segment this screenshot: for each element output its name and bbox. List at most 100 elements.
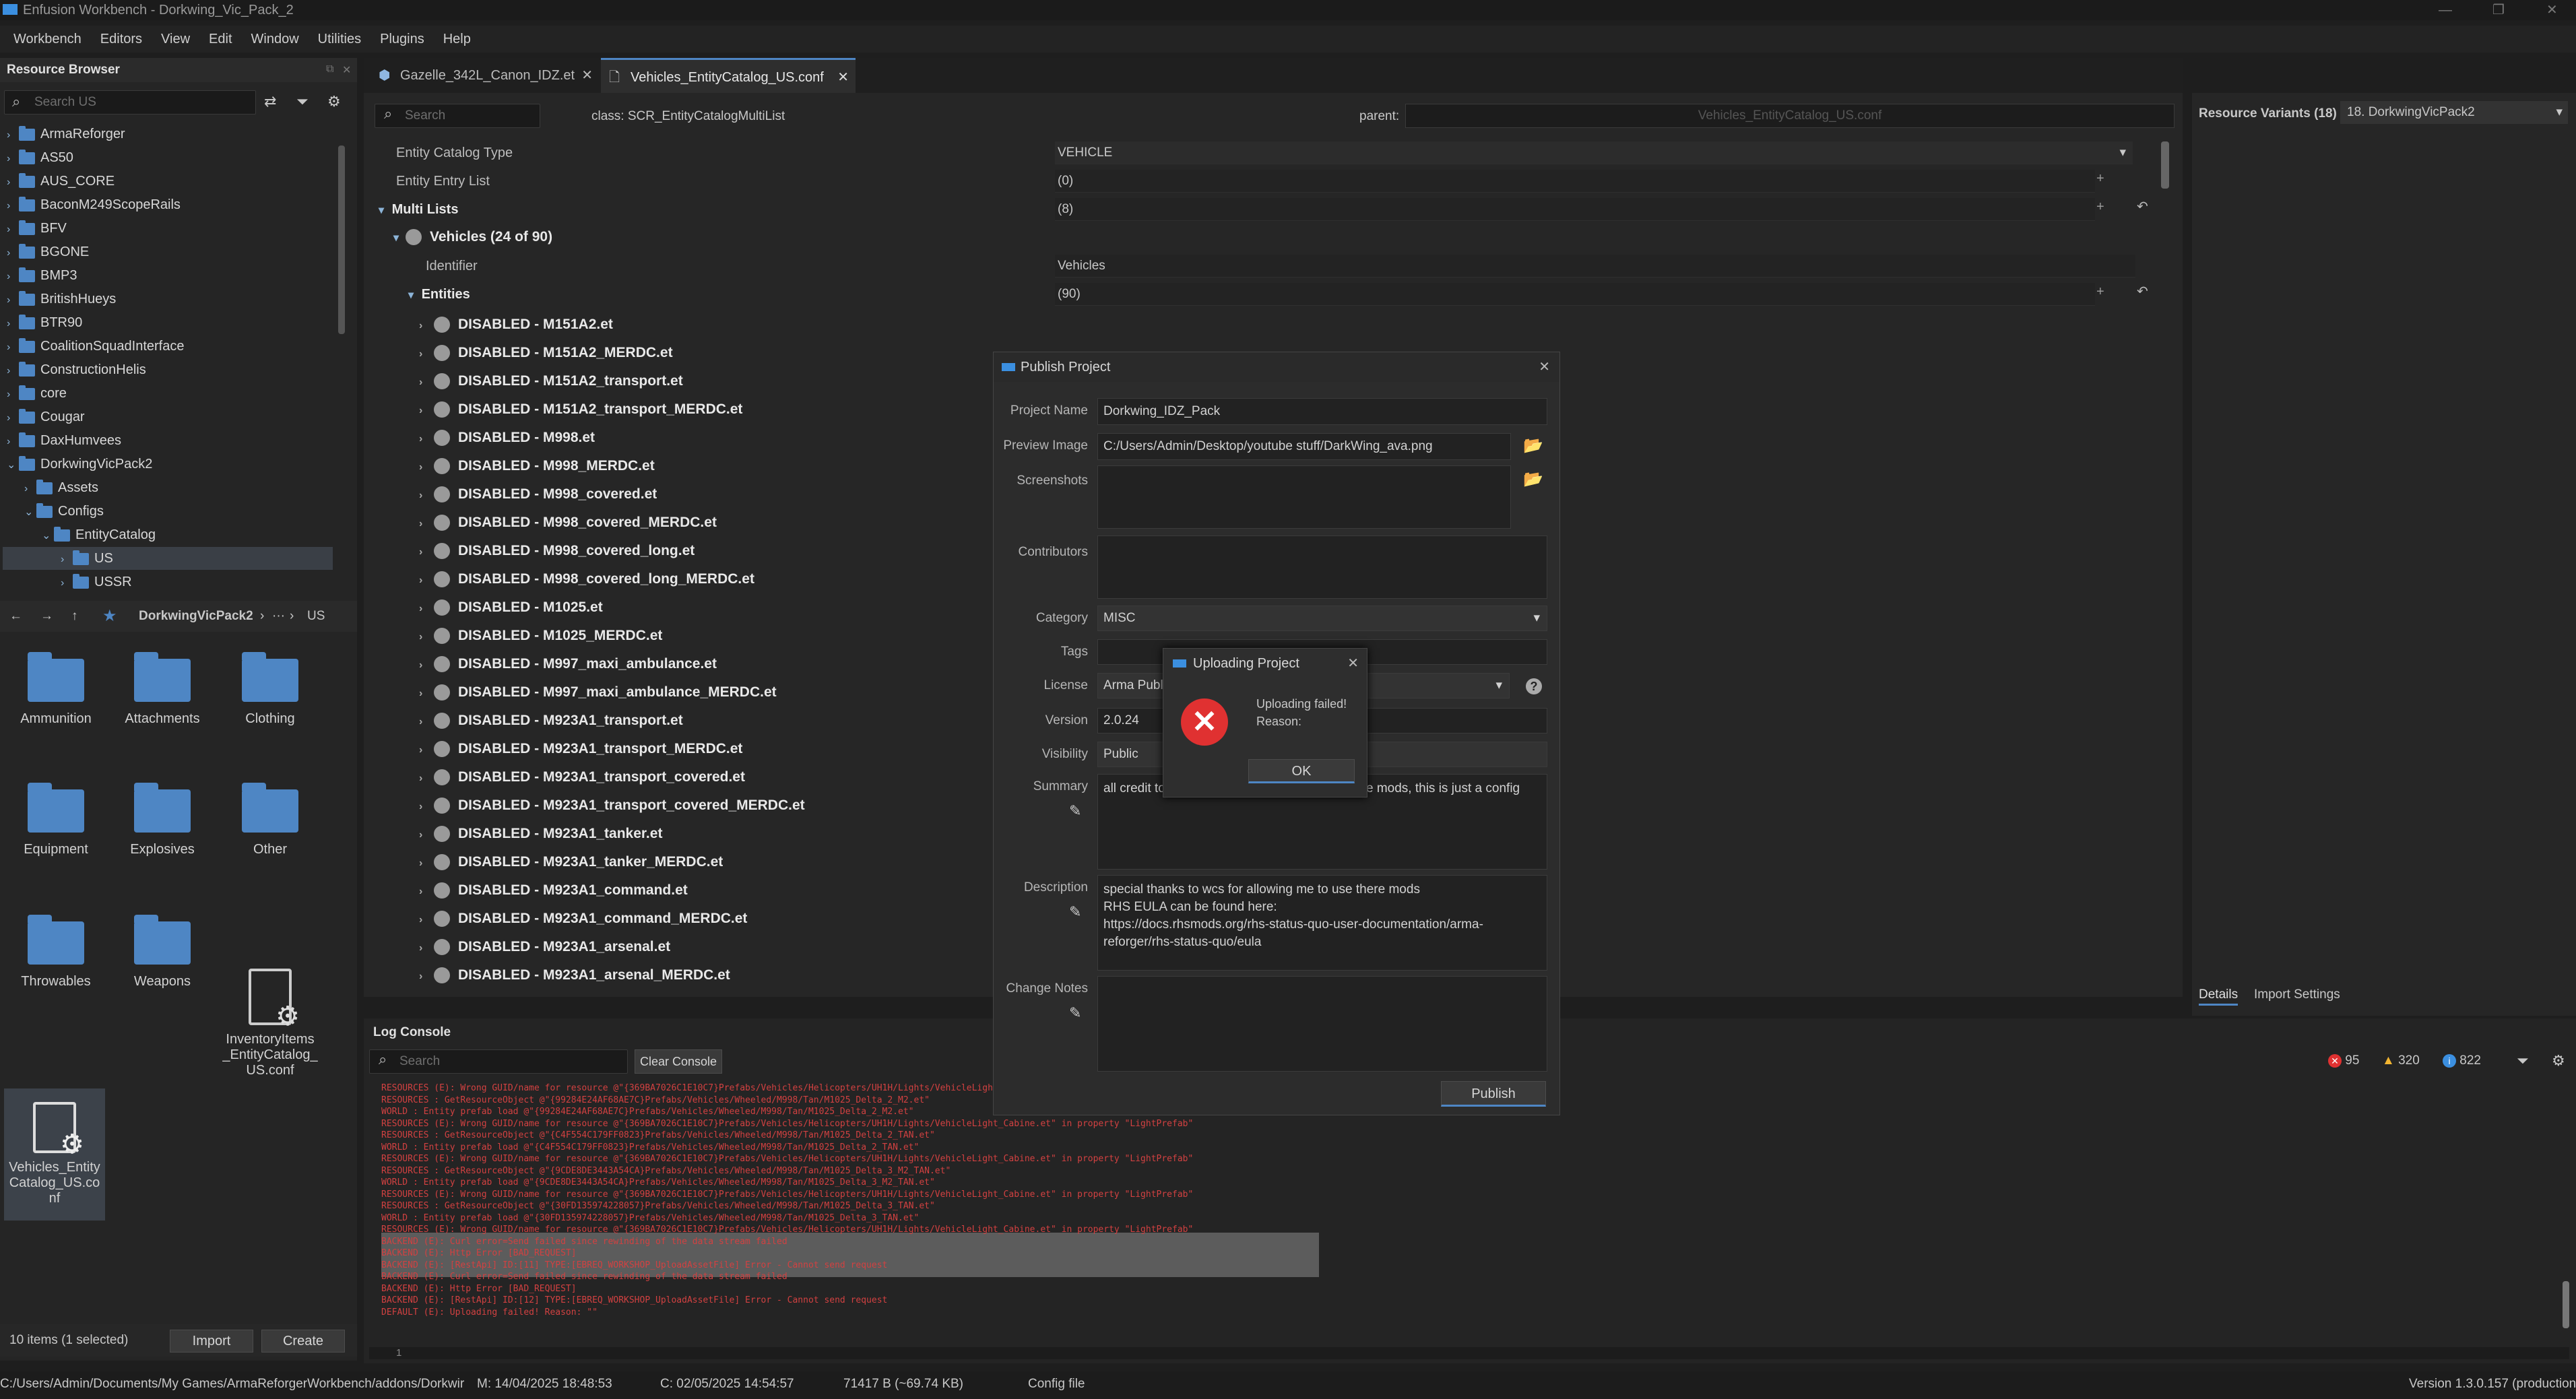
entity-row[interactable]: › DISABLED - M997_maxi_ambulance_MERDC.et <box>419 678 777 707</box>
tree-item[interactable]: › BritishHueys <box>7 288 116 311</box>
vehicles-list-node[interactable]: ▾ Vehicles (24 of 90) <box>393 229 552 246</box>
resource-search-input[interactable]: Search US <box>4 90 256 115</box>
publish-button[interactable]: Publish <box>1441 1081 1546 1107</box>
tree-item[interactable]: › ConstructionHelis <box>7 358 146 381</box>
expand-chevron-icon[interactable]: › <box>419 538 431 566</box>
menu-plugins[interactable]: Plugins <box>380 32 424 47</box>
tree-item[interactable]: › core <box>7 382 67 405</box>
entity-row[interactable]: › DISABLED - M923A1_tanker_MERDC.et <box>419 848 723 876</box>
expand-chevron-icon[interactable]: › <box>419 340 431 368</box>
add-entry-icon[interactable]: + <box>2096 199 2104 215</box>
expand-chevron-icon[interactable]: › <box>419 878 431 906</box>
restore-icon[interactable]: ❐ <box>2492 0 2505 20</box>
project-name-field[interactable]: Dorkwing_IDZ_Pack <box>1097 398 1547 425</box>
preview-image-field[interactable]: C:/Users/Admin/Desktop/youtube stuff/Dar… <box>1097 433 1511 460</box>
forward-arrow-icon[interactable]: → <box>40 601 53 632</box>
entity-row[interactable]: › DISABLED - M997_maxi_ambulance.et <box>419 650 717 678</box>
expand-chevron-icon[interactable]: › <box>419 397 431 425</box>
reset-icon[interactable]: ↶ <box>2137 283 2148 300</box>
folder-tile-explosives[interactable]: Explosives <box>112 783 213 857</box>
menu-editors[interactable]: Editors <box>100 32 142 47</box>
tree-item-us[interactable]: › US <box>3 547 333 570</box>
entity-row[interactable]: › DISABLED - M923A1_transport_covered.et <box>419 763 745 791</box>
change-notes-field[interactable] <box>1097 976 1547 1072</box>
expand-chevron-icon[interactable]: › <box>419 595 431 623</box>
settings-gear-icon[interactable]: ⚙ <box>2552 1052 2565 1070</box>
menu-utilities[interactable]: Utilities <box>318 32 361 47</box>
filter-icon[interactable]: ⏷ <box>2517 1052 2529 1070</box>
back-arrow-icon[interactable]: ← <box>9 601 22 632</box>
breadcrumb-current[interactable]: US <box>307 601 325 632</box>
open-folder-icon[interactable]: 📂 <box>1523 436 1543 455</box>
tree-item[interactable]: › ArmaReforger <box>7 123 125 145</box>
expand-chevron-icon[interactable]: › <box>419 849 431 878</box>
variant-select[interactable]: 18. DorkwingVicPack2 ▾ <box>2340 101 2568 124</box>
panel-undock-icon[interactable]: ⧉ <box>326 63 333 75</box>
expand-chevron-icon[interactable]: › <box>419 425 431 453</box>
tree-item[interactable]: › DaxHumvees <box>7 429 121 452</box>
folder-tile-attachments[interactable]: Attachments <box>112 652 213 727</box>
entity-row[interactable]: › DISABLED - M923A1_tanker.et <box>419 820 662 848</box>
sync-icon[interactable]: ⇄ <box>264 93 276 110</box>
tab-import-settings[interactable]: Import Settings <box>2254 987 2340 1002</box>
expand-chevron-icon[interactable]: › <box>419 651 431 680</box>
expand-chevron-icon[interactable]: › <box>419 680 431 708</box>
up-arrow-icon[interactable]: ↑ <box>71 601 78 632</box>
info-count-badge[interactable]: i 822 <box>2443 1053 2481 1068</box>
dialog-close-icon[interactable]: ✕ <box>1539 352 1550 382</box>
warning-count-badge[interactable]: ▲ 320 <box>2382 1053 2420 1068</box>
entity-catalog-type-select[interactable]: VEHICLE ▾ <box>1055 141 2133 164</box>
tree-item-entitycatalog[interactable]: ⌄ EntityCatalog <box>42 523 156 546</box>
file-tile-vehicles-conf-selected[interactable]: ⚙ Vehicles_Entity Catalog_US.co nf <box>4 1088 105 1221</box>
menu-workbench[interactable]: Workbench <box>13 32 82 47</box>
expand-chevron-icon[interactable]: › <box>419 453 431 482</box>
tab-vehicles-conf[interactable]: 🗋 Vehicles_EntityCatalog_US.conf ✕ <box>601 58 856 93</box>
tree-item-configs[interactable]: ⌄ Configs <box>24 500 104 523</box>
expand-chevron-icon[interactable]: › <box>419 736 431 764</box>
folder-tile-clothing[interactable]: Clothing <box>220 652 321 727</box>
panel-close-icon[interactable]: ✕ <box>342 63 351 77</box>
parent-field[interactable]: Vehicles_EntityCatalog_US.conf <box>1405 104 2175 128</box>
expand-chevron-icon[interactable]: › <box>419 368 431 397</box>
expand-chevron-icon[interactable]: › <box>419 482 431 510</box>
editor-scrollbar[interactable] <box>2161 141 2169 189</box>
entity-entry-list-value[interactable]: (0) <box>1055 170 2095 193</box>
expand-chevron-icon[interactable]: › <box>419 821 431 849</box>
entity-row[interactable]: › DISABLED - M923A1_command_MERDC.et <box>419 905 747 933</box>
tree-item[interactable]: › BFV <box>7 217 67 240</box>
reset-icon[interactable]: ↶ <box>2137 198 2148 215</box>
tree-item[interactable]: › BGONE <box>7 240 89 263</box>
entity-row[interactable]: › DISABLED - M998_covered_long_MERDC.et <box>419 565 754 593</box>
create-button[interactable]: Create <box>261 1330 345 1353</box>
tree-item[interactable]: › AUS_CORE <box>7 170 115 193</box>
filter-icon[interactable]: ⏷ <box>296 93 309 110</box>
folder-tile-ammunition[interactable]: Ammunition <box>5 652 106 727</box>
expand-chevron-icon[interactable]: › <box>419 963 431 991</box>
edit-icon[interactable]: ✎ <box>1069 802 1081 820</box>
category-select[interactable]: MISC ▾ <box>1097 606 1547 631</box>
entity-row[interactable]: › DISABLED - M998_MERDC.et <box>419 452 655 480</box>
tab-close-icon[interactable]: ✕ <box>581 58 593 93</box>
entity-row[interactable]: › DISABLED - M998_covered_long.et <box>419 537 695 565</box>
tree-item[interactable]: › BaconM249ScopeRails <box>7 193 181 216</box>
entities-value[interactable]: (90) <box>1055 283 2095 306</box>
tree-item[interactable]: › Cougar <box>7 405 85 428</box>
prop-multi-lists[interactable]: ▾ Multi Lists <box>379 202 458 218</box>
expand-chevron-icon[interactable]: › <box>419 793 431 821</box>
expand-chevron-icon[interactable]: › <box>419 312 431 340</box>
breadcrumb-root[interactable]: DorkwingVicPack2 <box>139 601 253 632</box>
breadcrumb-ellipsis[interactable]: ··· <box>272 601 285 632</box>
tab-details[interactable]: Details <box>2199 987 2239 1006</box>
expand-chevron-icon[interactable]: › <box>419 906 431 934</box>
add-entry-icon[interactable]: + <box>2096 284 2104 300</box>
help-icon[interactable]: ? <box>1526 678 1542 694</box>
multi-lists-value[interactable]: (8) <box>1055 198 2095 221</box>
file-tile-inventoryitems-conf[interactable]: ⚙ InventoryItems _EntityCatalog_ US.conf <box>220 969 321 1078</box>
entity-row[interactable]: › DISABLED - M998_covered_MERDC.et <box>419 509 717 537</box>
tree-scrollbar[interactable] <box>338 145 345 334</box>
menu-view[interactable]: View <box>161 32 190 47</box>
add-entry-icon[interactable]: + <box>2096 171 2104 187</box>
entity-row[interactable]: › DISABLED - M1025.et <box>419 593 603 622</box>
tab-gazelle[interactable]: ⬢ Gazelle_342L_Canon_IDZ.et ✕ <box>371 58 600 93</box>
expand-chevron-icon[interactable]: › <box>419 623 431 651</box>
